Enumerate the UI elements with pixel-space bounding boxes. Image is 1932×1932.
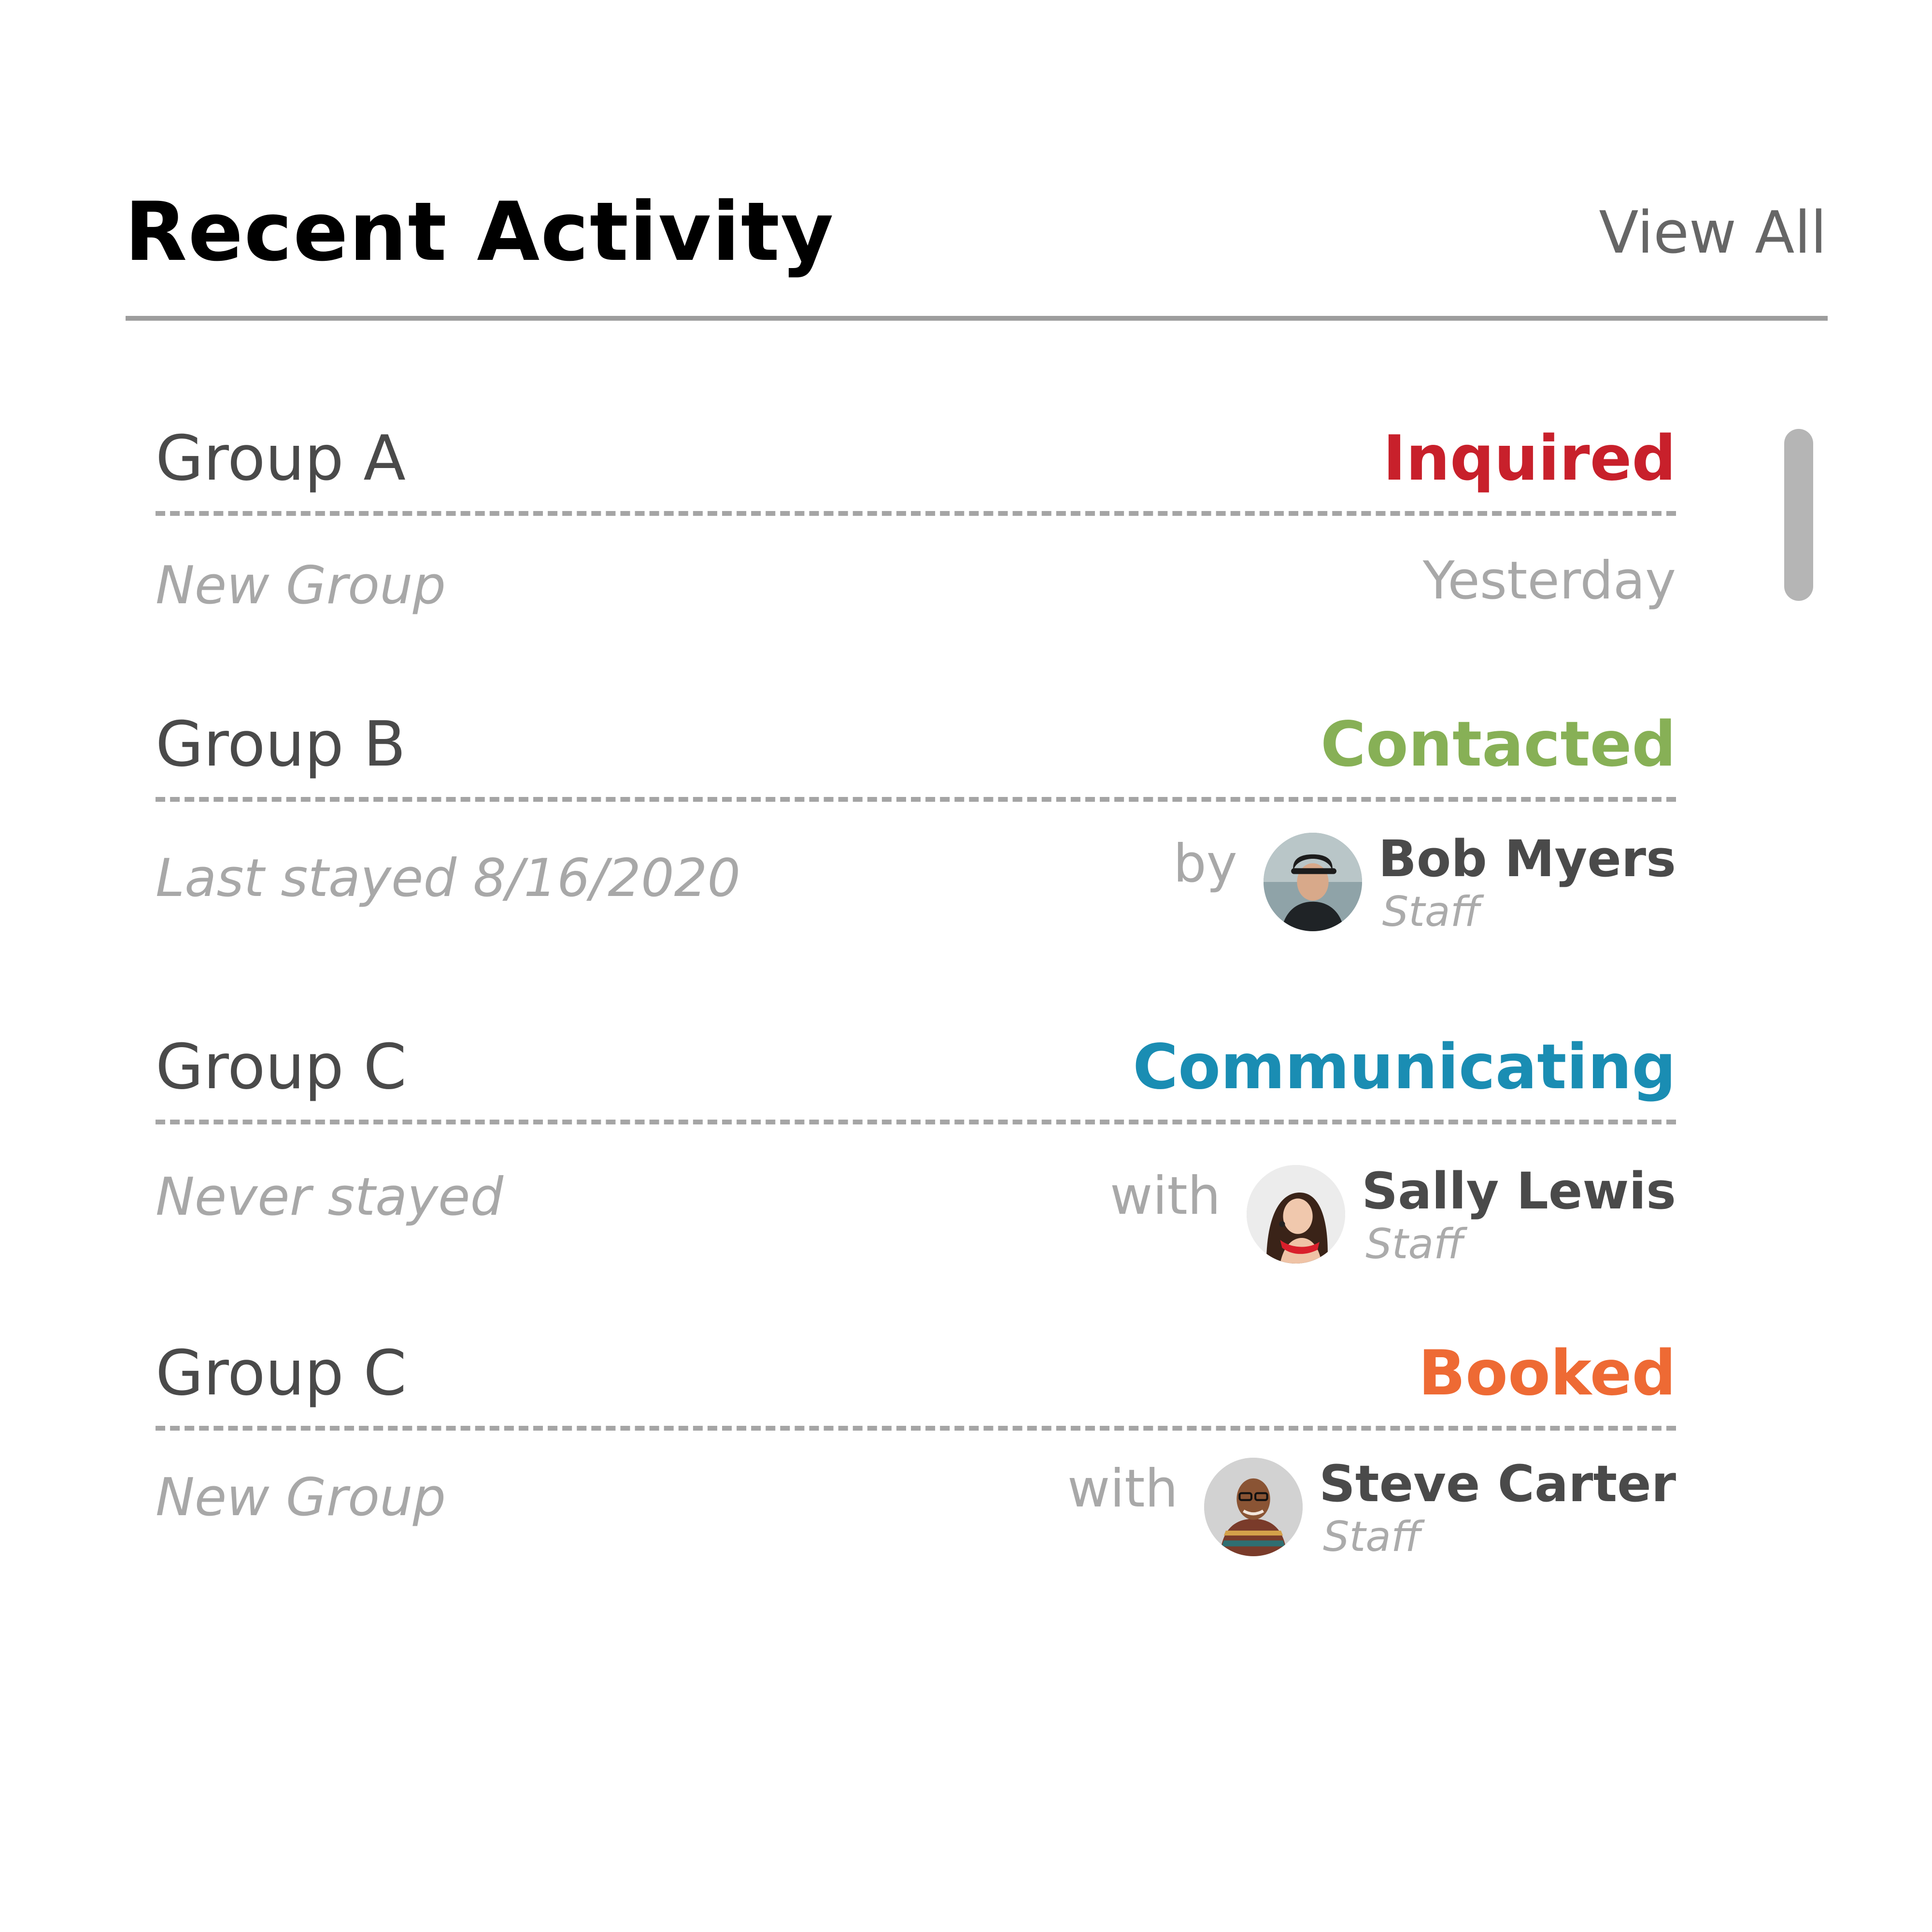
activity-item-group-c[interactable]: Group C Communicating Never stayed with — [156, 1031, 1676, 1268]
staff-info: Bob Myers Staff — [1378, 830, 1676, 936]
staff-info: Sally Lewis Staff — [1362, 1162, 1676, 1268]
staff-info: Steve Carter Staff — [1319, 1455, 1676, 1561]
activity-item-header: Group C Booked — [156, 1340, 1676, 1431]
staff-attribution: with Sally Lewis Staff — [1110, 1162, 1676, 1268]
list-scrollbar[interactable] — [1784, 429, 1813, 601]
staff-attribution: with Steve Carter Staff — [1067, 1455, 1676, 1561]
activity-list[interactable]: Group A Inquired New Group Yesterday Gro… — [0, 367, 1932, 1719]
steve-carter-avatar-icon[interactable] — [1204, 1458, 1303, 1556]
activity-time: Yesterday — [1422, 551, 1676, 611]
activity-item-details: Last stayed 8/16/2020 by Bob Myers Staff — [156, 802, 1676, 936]
activity-item-header: Group A Inquired — [156, 425, 1676, 516]
avatar-photo-icon — [1204, 1458, 1303, 1556]
staff-preposition: with — [1110, 1166, 1221, 1226]
staff-name[interactable]: Steve Carter — [1319, 1455, 1676, 1513]
group-name: Group B — [156, 709, 406, 781]
avatar-photo-icon — [1247, 1165, 1346, 1264]
staff-preposition: by — [1173, 834, 1237, 894]
group-name: Group C — [156, 1337, 407, 1409]
staff-role: Staff — [1382, 888, 1480, 936]
stay-detail: New Group — [156, 555, 446, 616]
staff-name[interactable]: Sally Lewis — [1362, 1162, 1676, 1220]
sally-lewis-avatar-icon[interactable] — [1247, 1165, 1346, 1264]
dashed-divider — [156, 511, 1676, 516]
group-name: Group A — [156, 423, 406, 495]
avatar-photo-icon — [1263, 833, 1362, 931]
status-badge: Contacted — [1320, 709, 1676, 781]
page-title: Recent Activity — [125, 185, 835, 279]
stay-detail: Never stayed — [156, 1167, 504, 1227]
staff-preposition: with — [1067, 1459, 1178, 1519]
bob-myers-avatar-icon[interactable] — [1263, 833, 1362, 931]
staff-role: Staff — [1365, 1220, 1464, 1268]
activity-item-details: New Group with Steve Carter Staff — [156, 1431, 1676, 1561]
activity-item-group-c-booked[interactable]: Group C Booked New Group with Steve Cart… — [156, 1340, 1676, 1561]
dashed-divider — [156, 1120, 1676, 1124]
activity-item-group-a[interactable]: Group A Inquired New Group Yesterday — [156, 425, 1676, 622]
header-divider — [126, 316, 1828, 321]
recent-activity-header: Recent Activity View All — [125, 184, 1827, 280]
status-badge: Booked — [1418, 1337, 1676, 1409]
staff-attribution: by Bob Myers Staff — [1173, 830, 1676, 936]
activity-item-details: New Group Yesterday — [156, 516, 1676, 622]
staff-role: Staff — [1322, 1513, 1421, 1561]
dashed-divider — [156, 797, 1676, 802]
activity-item-details: Never stayed with Sally Lewis Staff — [156, 1124, 1676, 1268]
stay-detail: New Group — [156, 1467, 446, 1528]
status-badge: Communicating — [1133, 1031, 1676, 1103]
activity-item-header: Group C Communicating — [156, 1031, 1676, 1124]
status-badge: Inquired — [1383, 423, 1676, 495]
activity-item-header: Group B Contacted — [156, 711, 1676, 802]
activity-item-group-b[interactable]: Group B Contacted Last stayed 8/16/2020 … — [156, 711, 1676, 936]
dashed-divider — [156, 1426, 1676, 1431]
staff-name[interactable]: Bob Myers — [1378, 830, 1676, 888]
view-all-link[interactable]: View All — [1599, 192, 1827, 274]
stay-detail: Last stayed 8/16/2020 — [156, 848, 741, 909]
group-name: Group C — [156, 1031, 407, 1103]
